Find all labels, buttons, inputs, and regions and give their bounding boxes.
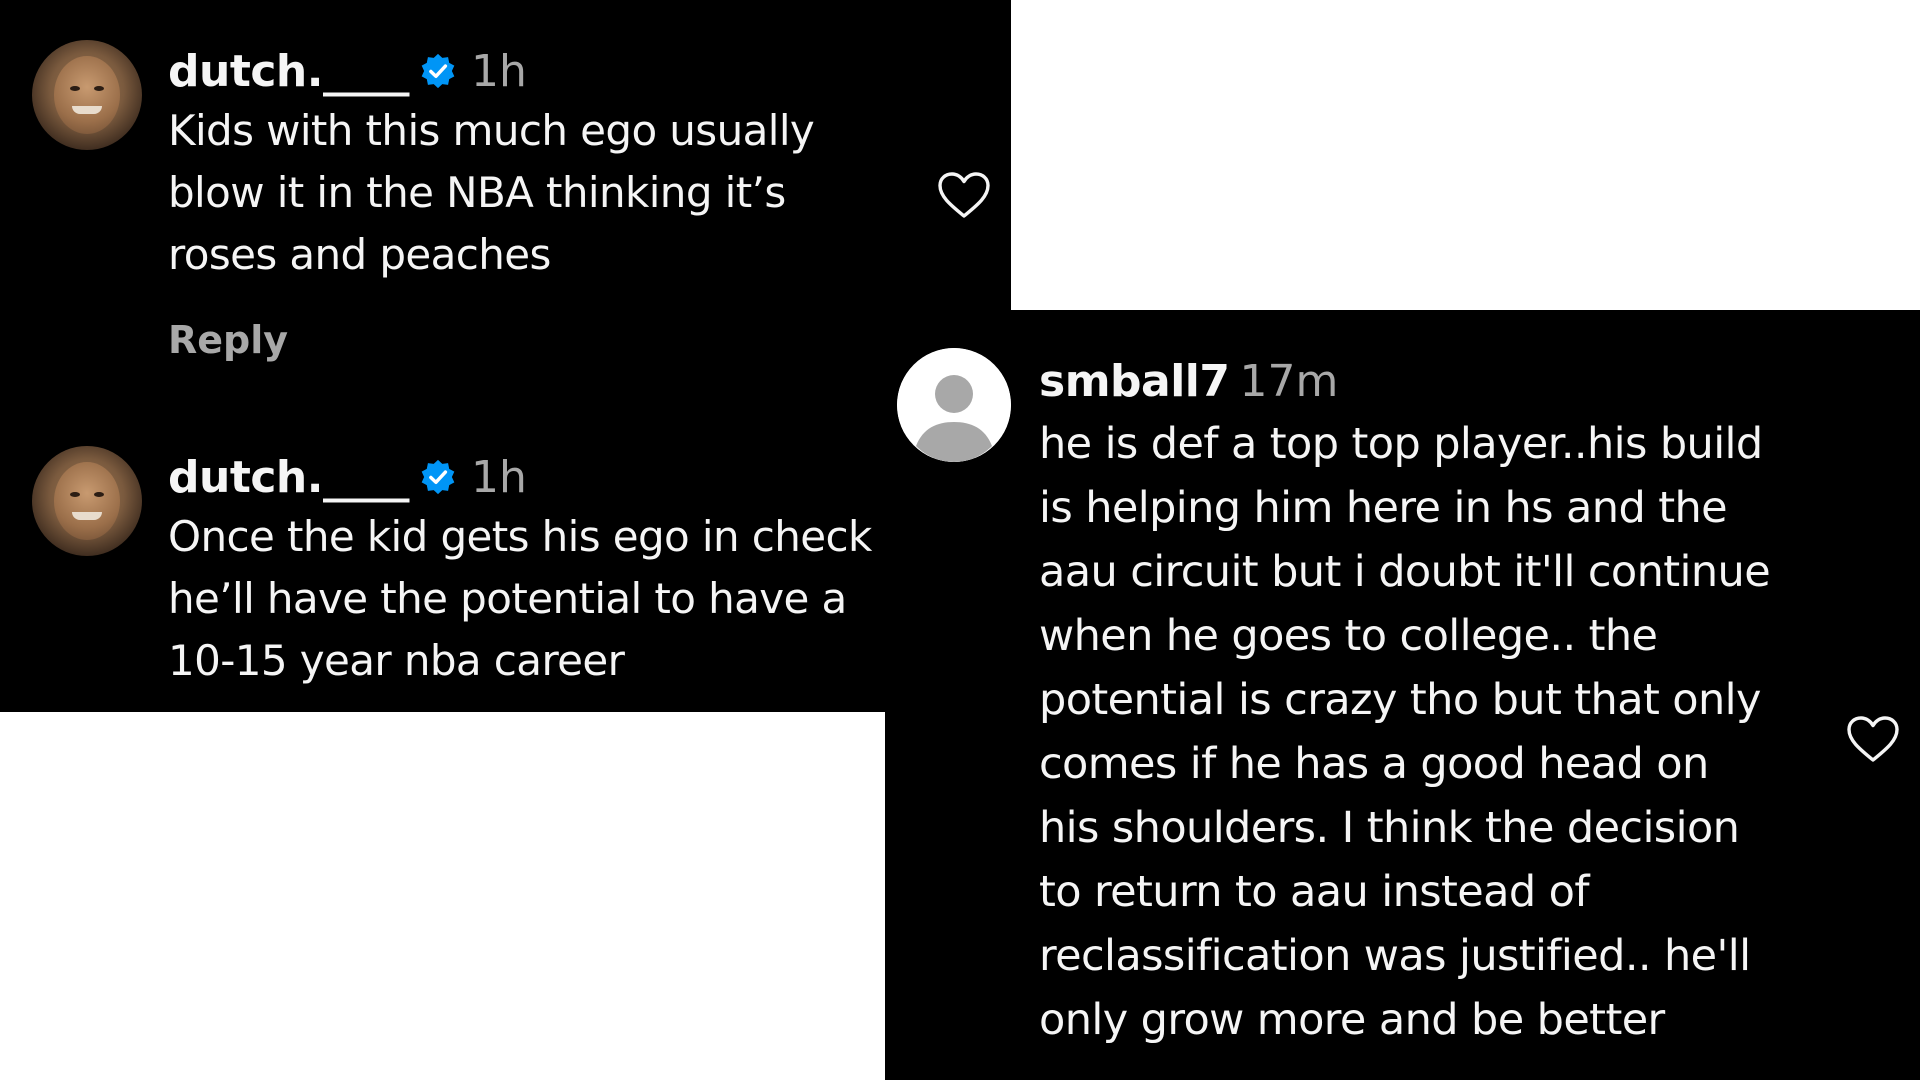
comment-text-line: his shoulders. I think the decision bbox=[1039, 803, 1740, 853]
user-avatar[interactable] bbox=[32, 40, 142, 150]
comment-header: dutch.____ 1h bbox=[168, 46, 527, 98]
comment-text-line: Kids with this much ego usually bbox=[168, 106, 815, 155]
avatar-face bbox=[54, 462, 120, 540]
user-avatar[interactable] bbox=[32, 446, 142, 556]
comment-body: he is def a top top player..his build is… bbox=[1039, 412, 1771, 1052]
comment-panel-right: smball7 17m he is def a top top player..h… bbox=[885, 310, 1920, 1080]
comment-panel-left: dutch.____ 1h Kids with this much ego us… bbox=[0, 0, 1011, 712]
comment-item: smball7 17m he is def a top top player..h… bbox=[885, 310, 1920, 1080]
comment-text-line: potential is crazy tho but that only bbox=[1039, 675, 1761, 725]
comment-text-line: reclassification was justified.. he'll bbox=[1039, 931, 1751, 981]
comment-text-line: roses and peaches bbox=[168, 230, 551, 279]
comment-text-line: comes if he has a good head on bbox=[1039, 739, 1709, 789]
comment-text-line: to return to aau instead of bbox=[1039, 867, 1590, 917]
comment-text-line: he is def a top top player..his build bbox=[1039, 419, 1763, 469]
comment-timestamp: 1h bbox=[470, 452, 527, 503]
avatar-mouth bbox=[72, 512, 102, 520]
comment-text-line: Once the kid gets his ego in check bbox=[168, 512, 872, 561]
comment-text-line: blow it in the NBA thinking it’s bbox=[168, 168, 786, 217]
comment-timestamp: 1h bbox=[470, 46, 527, 97]
comment-header: dutch.____ 1h bbox=[168, 452, 527, 504]
verified-badge-icon bbox=[421, 459, 455, 495]
comment-text-line: aau circuit but i doubt it'll continue bbox=[1039, 547, 1771, 597]
comment-body: Once the kid gets his ego in check he’ll… bbox=[168, 506, 872, 692]
avatar-eye bbox=[70, 86, 80, 91]
username-link[interactable]: dutch.____ bbox=[168, 46, 409, 97]
comment-header: smball7 17m bbox=[1039, 356, 1338, 408]
avatar-eye bbox=[70, 492, 80, 497]
avatar-eye bbox=[94, 86, 104, 91]
heart-icon[interactable] bbox=[936, 170, 992, 220]
comment-item: dutch.____ 1h Once the kid gets his ego … bbox=[0, 400, 1011, 712]
username-link[interactable]: dutch.____ bbox=[168, 452, 409, 503]
comment-body: Kids with this much ego usually blow it … bbox=[168, 100, 815, 286]
verified-badge-icon bbox=[421, 53, 455, 89]
username-link[interactable]: smball7 bbox=[1039, 356, 1230, 407]
avatar-face bbox=[54, 56, 120, 134]
avatar-mouth bbox=[72, 106, 102, 114]
comment-text-line: he’ll have the potential to have a bbox=[168, 574, 847, 623]
avatar-eye bbox=[94, 492, 104, 497]
comment-text-line: when he goes to college.. the bbox=[1039, 611, 1658, 661]
reply-button[interactable]: Reply bbox=[168, 318, 288, 362]
default-avatar-icon[interactable] bbox=[897, 348, 1011, 462]
comment-text-line: only grow more and be better bbox=[1039, 995, 1665, 1045]
comment-text-line: 10-15 year nba career bbox=[168, 636, 625, 685]
comment-text-line: is helping him here in hs and the bbox=[1039, 483, 1728, 533]
comment-item: dutch.____ 1h Kids with this much ego us… bbox=[0, 0, 1011, 390]
comment-timestamp: 17m bbox=[1239, 356, 1339, 407]
heart-icon[interactable] bbox=[1845, 714, 1901, 764]
